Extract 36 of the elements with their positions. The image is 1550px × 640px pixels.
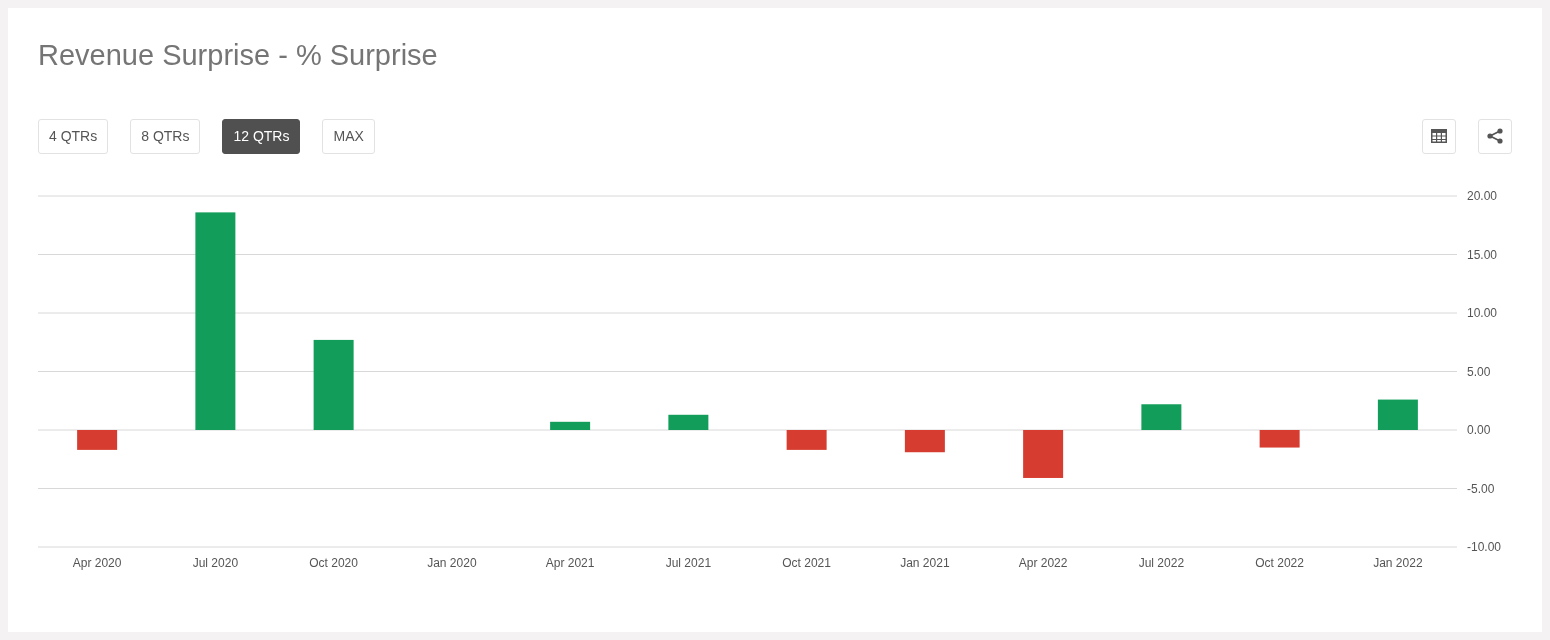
share-icon [1486, 128, 1504, 145]
x-axis-label: Jul 2022 [1138, 555, 1185, 570]
y-axis-label: 0.00 [1467, 422, 1491, 437]
range-button[interactable]: MAX [322, 118, 375, 154]
x-axis-label: Jan 2021 [900, 555, 950, 570]
x-axis-label: Jan 2022 [1373, 555, 1423, 570]
range-button[interactable]: 4 QTRs [38, 118, 109, 154]
range-button[interactable]: 8 QTRs [130, 118, 201, 154]
bar [1023, 429, 1064, 478]
x-axis-label: Apr 2021 [545, 555, 595, 570]
bar [786, 429, 827, 450]
y-axis-label: 20.00 [1467, 188, 1498, 203]
bar [550, 421, 591, 430]
table-icon [1431, 129, 1447, 144]
bar [77, 429, 118, 450]
chart-title: Revenue Surprise - % Surprise [38, 38, 439, 73]
x-axis-label: Jul 2020 [192, 555, 239, 570]
x-axis-label: Oct 2020 [309, 555, 358, 570]
x-axis-label: Oct 2022 [1255, 555, 1304, 570]
y-axis-label: 15.00 [1467, 247, 1498, 262]
y-axis-label: 10.00 [1467, 305, 1498, 320]
y-axis-label: 5.00 [1467, 364, 1491, 379]
x-axis-label: Jan 2020 [427, 555, 477, 570]
range-button[interactable]: 12 QTRs [222, 118, 301, 154]
bar [1141, 404, 1182, 430]
y-axis-label: -5.00 [1467, 481, 1495, 496]
share-button[interactable] [1478, 118, 1512, 154]
x-axis-label: Jul 2021 [665, 555, 712, 570]
x-axis-label: Oct 2021 [782, 555, 831, 570]
bar [1377, 399, 1418, 430]
bar [904, 429, 945, 453]
y-axis-label: -10.00 [1467, 539, 1502, 554]
bar [668, 414, 709, 430]
x-axis-label: Apr 2020 [72, 555, 122, 570]
table-view-button[interactable] [1422, 118, 1456, 154]
x-axis-label: Apr 2022 [1018, 555, 1068, 570]
